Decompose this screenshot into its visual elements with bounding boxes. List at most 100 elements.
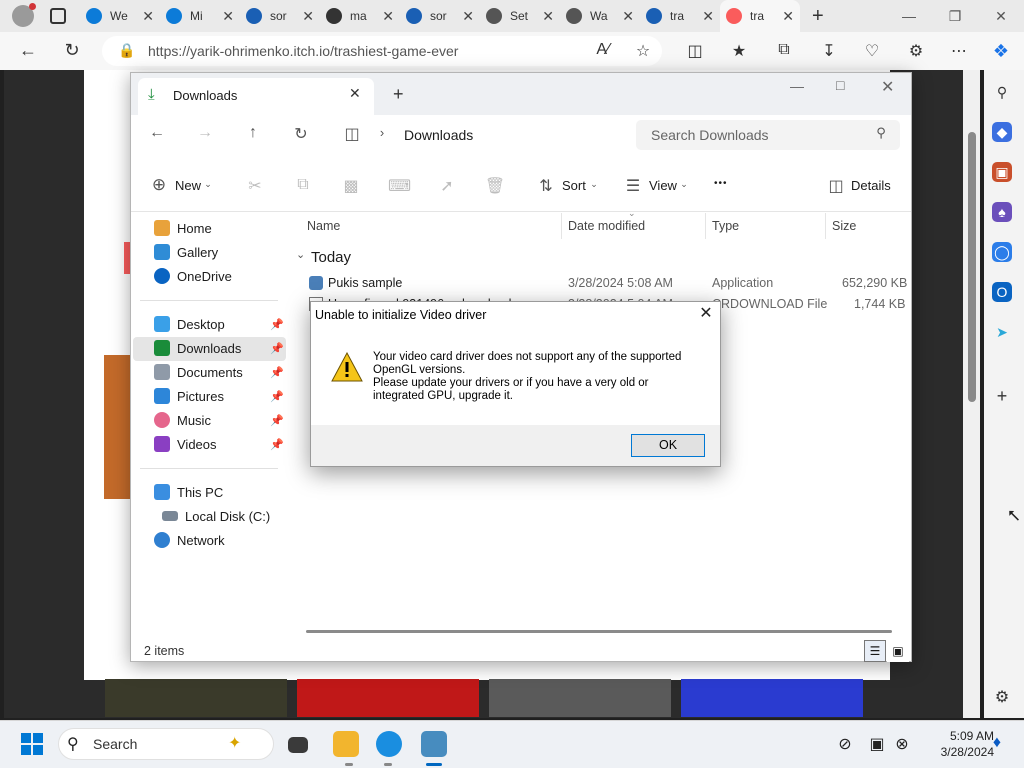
nav-item-localdisk[interactable]: Local Disk (C:) (162, 505, 292, 527)
game-thumbnail[interactable] (681, 679, 863, 717)
browser-tab[interactable]: Wa ✕ (560, 0, 640, 32)
close-tab-icon[interactable]: ✕ (222, 8, 234, 25)
favorites-icon[interactable]: ★ (728, 41, 750, 61)
page-scrollbar-thumb[interactable] (968, 132, 976, 402)
nav-item-network[interactable]: Network (154, 529, 284, 551)
browser-tab[interactable]: tra ✕ (640, 0, 720, 32)
url-text[interactable]: https://yarik-ohrimenko.itch.io/trashies… (148, 43, 458, 59)
browser-tab[interactable]: We ✕ (80, 0, 160, 32)
forward-arrow-icon[interactable]: → (194, 124, 216, 142)
search-icon[interactable]: ⚲ (992, 82, 1012, 102)
explorer-minimize-button[interactable]: — (790, 78, 804, 94)
details-button[interactable]: Details (851, 178, 891, 193)
minimize-button[interactable]: — (886, 0, 932, 32)
nav-item-documents[interactable]: Documents 📌 (154, 361, 284, 383)
ok-button[interactable]: OK (631, 434, 705, 457)
delete-trash-icon[interactable]: 🗑 (484, 176, 506, 196)
refresh-icon[interactable]: ↻ (290, 124, 312, 144)
new-tab-button[interactable]: + (812, 5, 824, 28)
send-icon[interactable]: ➤ (992, 322, 1012, 342)
edge-browser-icon[interactable] (376, 731, 402, 757)
breadcrumb-downloads[interactable]: Downloads (404, 127, 473, 143)
nav-item-desktop[interactable]: Desktop 📌 (154, 313, 284, 335)
nav-item-onedrive[interactable]: OneDrive (154, 265, 284, 287)
browser-tab[interactable]: sor ✕ (400, 0, 480, 32)
tiles-view-icon[interactable]: ▣ (887, 640, 909, 662)
details-view-icon[interactable]: ☰ (864, 640, 886, 662)
close-tab-icon[interactable]: ✕ (542, 8, 554, 25)
copy-icon[interactable]: ⧉ (292, 176, 314, 194)
column-header-date[interactable]: Date modified (568, 219, 645, 233)
browser-tab[interactable]: sor ✕ (240, 0, 320, 32)
close-tab-icon[interactable]: ✕ (702, 8, 714, 25)
nav-item-videos[interactable]: Videos 📌 (154, 433, 284, 455)
split-screen-icon[interactable]: ◫ (684, 41, 706, 61)
close-tab-icon[interactable]: ✕ (462, 8, 474, 25)
games-icon[interactable]: ♠ (992, 202, 1012, 222)
profile-avatar-icon[interactable] (12, 3, 36, 27)
downloads-icon[interactable]: ↧ (818, 41, 840, 61)
game-thumbnail[interactable] (297, 679, 479, 717)
group-header-today[interactable]: Today (311, 249, 351, 266)
dialog-close-icon[interactable]: ✕ (696, 304, 716, 324)
nav-item-downloads[interactable]: Downloads 📌 (154, 337, 284, 359)
tools-icon[interactable]: ▣ (992, 162, 1012, 182)
close-tab-icon[interactable]: ✕ (142, 8, 154, 25)
rename-icon[interactable]: ⌨ (388, 176, 411, 196)
cut-scissors-icon[interactable]: ✂ (244, 176, 266, 196)
display-icon[interactable]: ▣ (866, 734, 888, 754)
extensions-icon[interactable]: ⚙ (905, 41, 927, 61)
column-header-type[interactable]: Type (712, 219, 739, 233)
close-tab-icon[interactable]: ✕ (782, 8, 794, 25)
column-header-size[interactable]: Size (832, 219, 856, 233)
shopping-icon[interactable]: ◆ (992, 122, 1012, 142)
new-chevron-down-icon[interactable]: ⌄ (197, 179, 219, 190)
restore-button[interactable]: ❐ (932, 0, 978, 32)
explorer-maximize-button[interactable]: □ (836, 77, 844, 93)
copilot-icon[interactable]: ❖ (990, 41, 1012, 62)
outlook-icon[interactable]: O (992, 282, 1012, 302)
nav-item-home[interactable]: Home (154, 217, 284, 239)
game-thumbnail[interactable] (104, 355, 130, 499)
taskbar-search-box[interactable] (58, 728, 274, 760)
add-sidebar-icon[interactable]: + (992, 386, 1012, 406)
network-offline-icon[interactable]: ⊘ (834, 734, 856, 754)
favorite-star-icon[interactable]: ☆ (632, 41, 654, 61)
windows-start-icon[interactable] (21, 733, 43, 755)
pin-icon[interactable]: 📌 (270, 390, 284, 403)
game-thumbnail[interactable] (105, 679, 287, 717)
paste-clipboard-icon[interactable]: ▩ (340, 176, 362, 196)
pin-icon[interactable]: 📌 (270, 414, 284, 427)
breadcrumb-chevron-icon[interactable]: › (371, 125, 393, 140)
back-arrow-icon[interactable]: ← (16, 40, 40, 61)
godot-app-icon[interactable] (421, 731, 447, 757)
read-aloud-icon[interactable]: A⁄ (592, 41, 614, 59)
sort-arrows-icon[interactable]: ⇅ (535, 176, 557, 196)
new-explorer-tab-button[interactable]: + (393, 84, 404, 105)
close-window-button[interactable]: ✕ (978, 0, 1024, 32)
nav-item-music[interactable]: Music 📌 (154, 409, 284, 431)
close-tab-icon[interactable]: ✕ (302, 8, 314, 25)
workspaces-icon[interactable] (50, 8, 66, 24)
column-divider[interactable] (825, 213, 826, 239)
computer-monitor-icon[interactable]: ◫ (341, 124, 363, 144)
column-divider[interactable] (705, 213, 706, 239)
clock-date[interactable]: 3/28/2024 (914, 745, 994, 759)
column-header-name[interactable]: Name (307, 219, 340, 233)
close-tab-icon[interactable]: ✕ (382, 8, 394, 25)
pin-icon[interactable]: 📌 (270, 438, 284, 451)
sidebar-settings-gear-icon[interactable]: ⚙ (992, 688, 1012, 708)
browser-tab[interactable]: ma ✕ (320, 0, 400, 32)
search-icon[interactable]: ⚲ (870, 125, 892, 141)
nav-item-pictures[interactable]: Pictures 📌 (154, 385, 284, 407)
clock-time[interactable]: 5:09 AM (914, 729, 994, 743)
browser-tab[interactable]: tra ✕ (720, 0, 800, 32)
lock-icon[interactable]: 🔒 (118, 42, 135, 59)
collections-icon[interactable]: ⧉ (773, 41, 795, 59)
taskbar-search-label[interactable]: Search (93, 736, 137, 752)
details-pane-icon[interactable]: ◫ (825, 176, 847, 196)
up-arrow-icon[interactable]: ↑ (242, 124, 264, 142)
settings-more-icon[interactable]: ⋯ (948, 41, 970, 61)
browser-tab[interactable]: Mi ✕ (160, 0, 240, 32)
volume-muted-icon[interactable]: ⊗ (891, 734, 913, 754)
